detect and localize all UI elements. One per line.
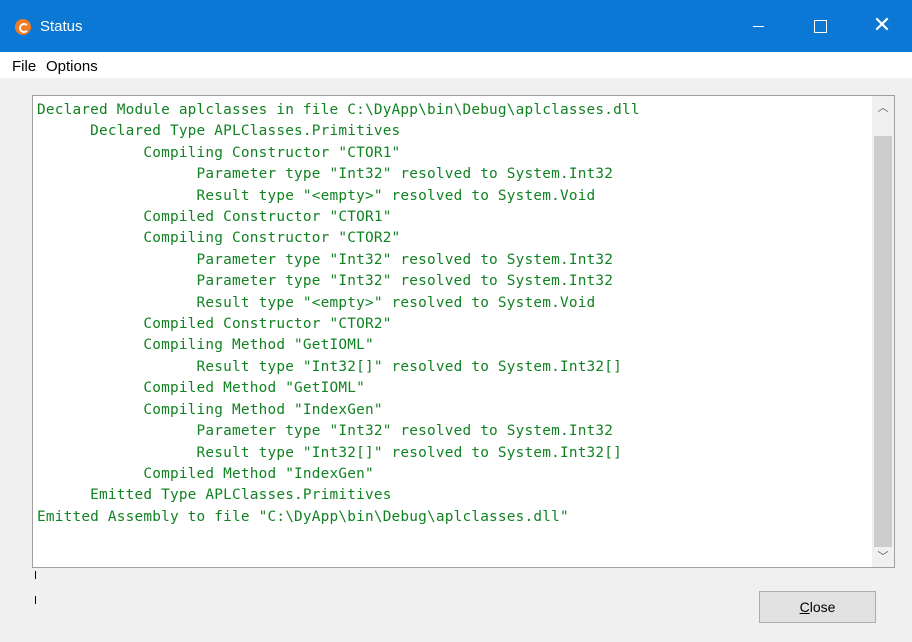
log-line: Compiling Constructor "CTOR1" <box>37 144 401 161</box>
log-line: Parameter type "Int32" resolved to Syste… <box>37 166 614 183</box>
log-line: Compiling Method "IndexGen" <box>37 401 383 418</box>
log-line: Compiled Constructor "CTOR1" <box>37 209 392 226</box>
scroll-down-button[interactable]: ﹀ <box>872 545 894 567</box>
text-caret <box>35 571 36 579</box>
log-line: Parameter type "Int32" resolved to Syste… <box>37 423 614 440</box>
status-log-text: Declared Module aplclasses in file C:\Dy… <box>37 100 872 564</box>
close-icon: ✕ <box>872 13 892 38</box>
menu-bar: File Options <box>0 52 912 78</box>
maximize-icon <box>813 19 827 33</box>
log-line: Declared Type APLClasses.Primitives <box>37 123 401 140</box>
menu-file[interactable]: File <box>12 58 36 75</box>
maximize-button[interactable] <box>797 0 843 52</box>
dyalog-icon <box>15 19 31 35</box>
log-line: Result type "Int32[]" resolved to System… <box>37 358 623 375</box>
log-line: Emitted Assembly to file "C:\DyApp\bin\D… <box>37 508 569 525</box>
window-title: Status <box>40 18 83 35</box>
log-line: Result type "<empty>" resolved to System… <box>37 187 596 204</box>
log-line: Compiling Constructor "CTOR2" <box>37 230 401 247</box>
log-line: Compiled Method "IndexGen" <box>37 465 374 482</box>
status-log[interactable]: Declared Module aplclasses in file C:\Dy… <box>32 95 895 568</box>
separator-mark <box>35 596 36 604</box>
log-line: Result type "<empty>" resolved to System… <box>37 294 596 311</box>
close-button-label: lose <box>809 599 836 615</box>
log-line: Compiled Method "GetIOML" <box>37 380 365 397</box>
scroll-thumb[interactable] <box>874 136 892 547</box>
log-line: Parameter type "Int32" resolved to Syste… <box>37 273 614 290</box>
log-line: Compiling Method "GetIOML" <box>37 337 374 354</box>
chevron-down-icon: ﹀ <box>877 551 889 563</box>
log-line: Parameter type "Int32" resolved to Syste… <box>37 251 614 268</box>
title-bar[interactable]: Status ✕ <box>0 0 912 52</box>
menu-options[interactable]: Options <box>46 58 98 75</box>
log-line: Compiled Constructor "CTOR2" <box>37 316 392 333</box>
log-line: Emitted Type APLClasses.Primitives <box>37 487 392 504</box>
scroll-up-button[interactable]: ︿ <box>872 96 894 118</box>
close-button[interactable]: Close <box>759 591 876 623</box>
minimize-icon <box>752 25 764 27</box>
vertical-scrollbar[interactable]: ︿ ﹀ <box>872 96 894 567</box>
close-button-mnemonic: C <box>799 599 810 615</box>
minimize-button[interactable] <box>735 0 781 52</box>
chevron-up-icon: ︿ <box>877 102 889 114</box>
log-line: Declared Module aplclasses in file C:\Dy… <box>37 102 640 118</box>
window-close-button[interactable]: ✕ <box>859 0 905 52</box>
log-line: Result type "Int32[]" resolved to System… <box>37 444 623 461</box>
